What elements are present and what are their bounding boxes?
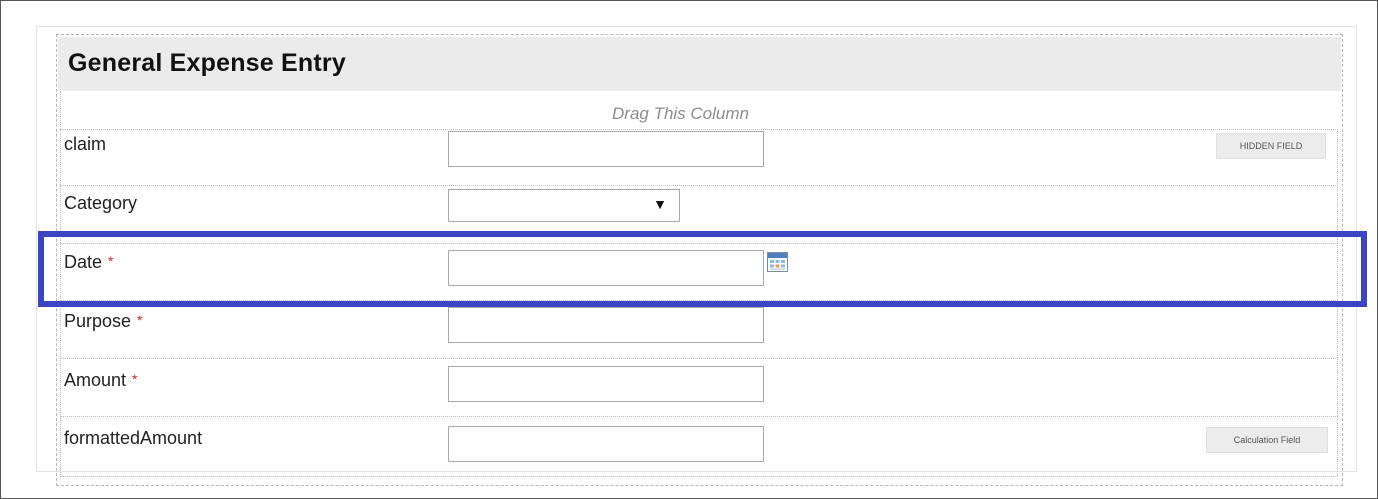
field-label-text: Amount [64, 370, 127, 390]
column-guide-left [60, 91, 61, 477]
calculation-field-tag[interactable]: Calculation Field [1206, 427, 1328, 453]
amount-input[interactable] [448, 366, 764, 402]
hidden-field-tag[interactable]: HIDDEN FIELD [1216, 133, 1326, 159]
calendar-icon[interactable] [767, 252, 788, 272]
field-label-amount: Amount * [64, 370, 138, 391]
field-label-text: claim [64, 134, 107, 154]
required-marker: * [132, 371, 138, 387]
row-divider [60, 243, 1338, 244]
field-label-claim: claim [64, 134, 106, 155]
row-divider [60, 185, 1338, 186]
dropdown-arrow-icon: ▼ [653, 196, 667, 212]
row-divider [60, 358, 1338, 359]
date-input[interactable] [448, 250, 764, 286]
purpose-input[interactable] [448, 307, 764, 343]
field-label-text: formattedAmount [64, 428, 203, 448]
field-label-text: Category [64, 193, 138, 213]
claim-input[interactable] [448, 131, 764, 167]
formatted-amount-input[interactable] [448, 426, 764, 462]
field-label-date: Date * [64, 252, 113, 273]
row-divider [60, 416, 1338, 417]
field-label-category: Category [64, 193, 137, 214]
field-label-formatted-amount: formattedAmount [64, 428, 202, 449]
row-divider [60, 300, 1338, 301]
category-select[interactable]: ▼ [448, 189, 680, 222]
form-title: General Expense Entry [68, 49, 346, 77]
required-marker: * [108, 253, 114, 269]
field-label-text: Purpose [64, 311, 132, 331]
row-divider [60, 129, 1338, 130]
field-label-text: Date [64, 252, 103, 272]
row-divider [60, 476, 1338, 477]
field-label-purpose: Purpose * [64, 311, 143, 332]
required-marker: * [137, 312, 143, 328]
column-guide-right [1337, 129, 1338, 476]
drag-column-handle[interactable]: Drag This Column [612, 104, 749, 124]
